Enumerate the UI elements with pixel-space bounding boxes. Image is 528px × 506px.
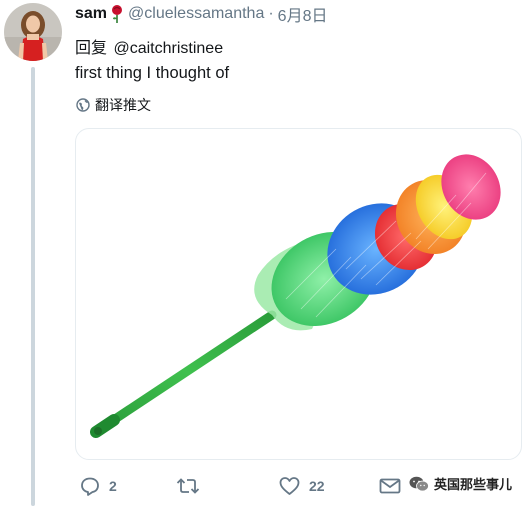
user-handle[interactable]: @cluelessamantha (128, 5, 264, 23)
tweet-header: sam @cluelessamantha · 6月8日 (75, 3, 327, 25)
tweet-date[interactable]: 6月8日 (278, 2, 328, 26)
tweet-text: first thing I thought of (75, 64, 230, 82)
retweet-button[interactable] (176, 476, 209, 496)
envelope-icon (379, 476, 401, 496)
like-button[interactable]: 22 (279, 476, 325, 496)
wechat-icon (409, 476, 429, 492)
like-count: 22 (309, 478, 325, 494)
reply-count: 2 (109, 478, 117, 494)
watermark: 英国那些事儿 (409, 474, 512, 493)
reply-context: 回复 @caitchristinee (75, 34, 223, 58)
feather-duster-image (90, 154, 501, 438)
globe-icon (76, 98, 90, 112)
reply-prefix: 回复 (75, 40, 108, 57)
watermark-text: 英国那些事儿 (433, 477, 512, 492)
direct-message-button[interactable] (379, 476, 401, 496)
separator: · (268, 5, 274, 22)
display-name[interactable]: sam (75, 5, 107, 23)
thread-line (31, 67, 35, 506)
translate-label: 翻译推文 (95, 97, 151, 113)
tweet-media[interactable] (75, 128, 522, 460)
avatar-image (4, 3, 62, 61)
heart-icon (279, 476, 300, 496)
reply-mention-link[interactable]: @caitchristinee (113, 40, 223, 57)
translate-tweet-link[interactable]: 翻译推文 (76, 95, 151, 115)
avatar[interactable] (4, 3, 62, 61)
reply-icon (80, 476, 100, 496)
rose-icon (110, 4, 124, 24)
retweet-icon (176, 476, 200, 496)
reply-button[interactable]: 2 (80, 476, 117, 496)
